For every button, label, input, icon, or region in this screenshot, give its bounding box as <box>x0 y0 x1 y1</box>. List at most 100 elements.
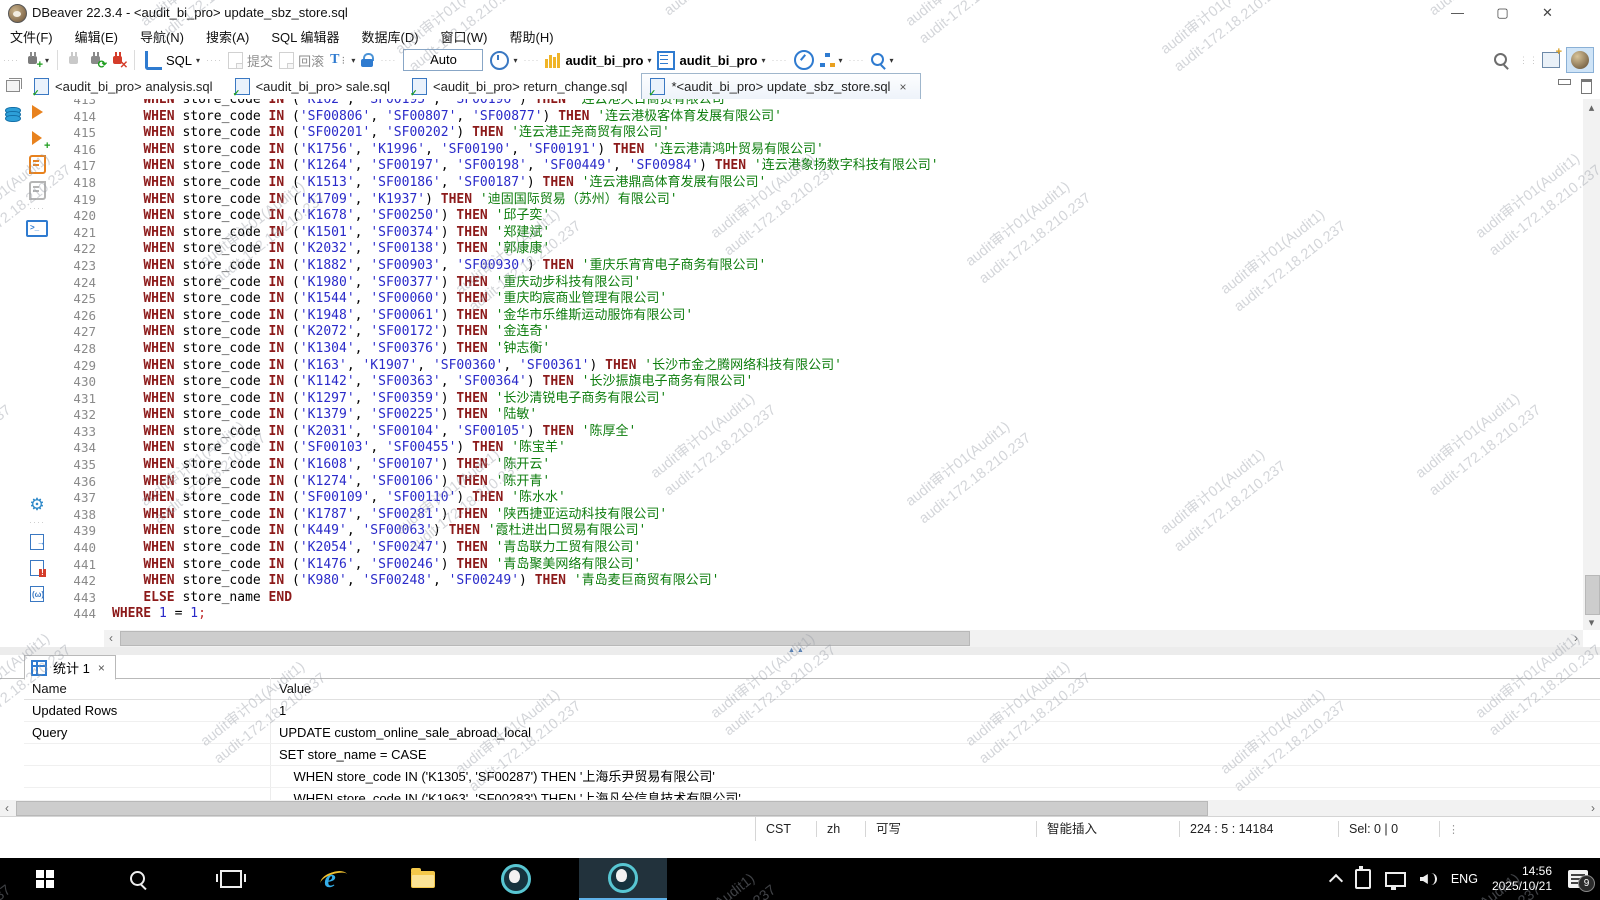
code-line[interactable]: 440 WHEN store_code IN ('K2054', 'SF0024… <box>50 540 1583 557</box>
quick-access-search-icon[interactable] <box>1494 53 1509 68</box>
close-button[interactable]: ✕ <box>1525 0 1570 26</box>
restore-pane-icon[interactable] <box>6 80 20 92</box>
code-line[interactable]: 425 WHEN store_code IN ('K1544', 'SF0006… <box>50 291 1583 308</box>
new-connection-button[interactable]: + ▾ <box>25 48 49 72</box>
code-line[interactable]: 414 WHEN store_code IN ('SF00806', 'SF00… <box>50 109 1583 126</box>
database-picker[interactable]: audit_bi_pro ▾ <box>657 48 765 72</box>
sql-editor[interactable]: 413 WHEN store_code IN ('K162', 'SF00195… <box>50 99 1583 630</box>
settings-button[interactable]: ⚙ <box>24 491 50 517</box>
connection-dropdown[interactable]: ▾ <box>647 56 651 65</box>
menu-item-4[interactable]: SQL 编辑器 <box>271 27 339 46</box>
transaction-mode-button[interactable]: T⋮ ▾ <box>330 48 355 72</box>
menu-item-1[interactable]: 编辑(E) <box>75 27 118 46</box>
disconnect-button[interactable]: ✕ <box>110 48 126 72</box>
code-line[interactable]: 431 WHEN store_code IN ('K1297', 'SF0035… <box>50 391 1583 408</box>
code-line[interactable]: 432 WHEN store_code IN ('K1379', 'SF0022… <box>50 407 1583 424</box>
menu-item-3[interactable]: 搜索(A) <box>206 27 249 46</box>
scroll-left-icon[interactable]: ‹ <box>104 631 118 646</box>
scrollbar-thumb[interactable] <box>120 631 970 646</box>
search-dropdown[interactable]: ▾ <box>890 56 894 65</box>
code-line[interactable]: 428 WHEN store_code IN ('K1304', 'SF0037… <box>50 341 1583 358</box>
table-row[interactable]: QueryUPDATE custom_online_sale_abroad_lo… <box>24 722 1600 744</box>
execute-script-button[interactable] <box>24 151 50 177</box>
results-table[interactable]: NameValueUpdated Rows1QueryUPDATE custom… <box>24 678 1600 800</box>
scroll-right-icon[interactable]: › <box>1569 631 1583 646</box>
code-line[interactable]: 441 WHEN store_code IN ('K1476', 'SF0024… <box>50 557 1583 574</box>
code-line[interactable]: 430 WHEN store_code IN ('K1142', 'SF0036… <box>50 374 1583 391</box>
transaction-dropdown[interactable]: ▾ <box>351 56 355 65</box>
sql-editor-dropdown[interactable]: ▾ <box>196 56 200 65</box>
tab-close-icon[interactable]: × <box>899 80 906 94</box>
explain-plan-button[interactable] <box>24 177 50 203</box>
code-line[interactable]: 429 WHEN store_code IN ('K163', 'K1907',… <box>50 358 1583 375</box>
dashboard-button[interactable] <box>794 48 814 72</box>
search-button[interactable]: ▾ <box>871 48 894 72</box>
sash-grip-icon[interactable]: ▲▲ <box>788 647 806 655</box>
usb-tray-icon[interactable] <box>1355 869 1371 889</box>
action-center-button[interactable]: 9 <box>1568 870 1588 888</box>
word-wrap-button[interactable]: (ω) <box>24 581 50 607</box>
open-perspective-icon[interactable] <box>1542 52 1560 68</box>
task-view-button[interactable] <box>201 858 261 900</box>
editor-tab-2[interactable]: <audit_bi_pro> return_change.sql <box>404 73 641 99</box>
output-button[interactable]: ▾ <box>820 48 843 72</box>
minimize-pane-icon[interactable] <box>1558 79 1571 85</box>
code-line[interactable]: 419 WHEN store_code IN ('K1709', 'K1937'… <box>50 192 1583 209</box>
code-line[interactable]: 435 WHEN store_code IN ('K1608', 'SF0010… <box>50 457 1583 474</box>
user-profile-button[interactable] <box>1566 47 1594 73</box>
code-line[interactable]: 442 WHEN store_code IN ('K980', 'SF00248… <box>50 573 1583 590</box>
code-line[interactable]: 417 WHEN store_code IN ('K1264', 'SF0019… <box>50 158 1583 175</box>
rollback-button[interactable]: 回滚 <box>279 48 324 72</box>
query-history-button[interactable]: ▾ <box>490 48 517 72</box>
menu-item-7[interactable]: 帮助(H) <box>509 27 553 46</box>
menu-item-6[interactable]: 窗口(W) <box>441 27 488 46</box>
editor-horizontal-scrollbar[interactable]: ‹ › <box>104 630 1583 647</box>
code-line[interactable]: 439 WHEN store_code IN ('K449', 'SF00063… <box>50 523 1583 540</box>
code-line[interactable]: 418 WHEN store_code IN ('K1513', 'SF0018… <box>50 175 1583 192</box>
column-header-value[interactable]: Value <box>271 678 311 699</box>
status-overflow-icon[interactable]: ⋮ <box>1448 823 1459 836</box>
hidden-icons-button[interactable] <box>1331 872 1341 886</box>
panel-sash[interactable]: ▲▲ <box>0 647 1600 655</box>
code-line[interactable]: 423 WHEN store_code IN ('K1882', 'SF0090… <box>50 258 1583 275</box>
maximize-button[interactable]: ▢ <box>1480 0 1525 26</box>
scrollbar-thumb[interactable] <box>16 801 1208 816</box>
code-line[interactable]: 426 WHEN store_code IN ('K1948', 'SF0006… <box>50 308 1583 325</box>
connection-picker[interactable]: audit_bi_pro ▾ <box>545 48 651 72</box>
code-line[interactable]: 416 WHEN store_code IN ('K1756', 'K1996'… <box>50 142 1583 159</box>
clock-indicator[interactable]: 14:56 2025/10/21 <box>1492 864 1552 894</box>
lock-button[interactable] <box>361 48 374 72</box>
code-line[interactable]: 415 WHEN store_code IN ('SF00201', 'SF00… <box>50 125 1583 142</box>
sql-editor-button[interactable]: SQL ▾ <box>143 48 200 72</box>
table-row[interactable]: SET store_name = CASE <box>24 744 1600 766</box>
menu-item-0[interactable]: 文件(F) <box>10 27 53 46</box>
execute-new-tab-button[interactable]: + <box>24 125 50 151</box>
column-header-name[interactable]: Name <box>24 678 271 699</box>
dbeaver-taskbar-button-active[interactable] <box>579 858 667 900</box>
scroll-up-icon[interactable]: ▴ <box>1583 101 1600 114</box>
code-line[interactable]: 434 WHEN store_code IN ('SF00103', 'SF00… <box>50 440 1583 457</box>
code-line[interactable]: 436 WHEN store_code IN ('K1274', 'SF0010… <box>50 474 1583 491</box>
minimize-button[interactable]: — <box>1435 0 1480 26</box>
internet-explorer-button[interactable]: e <box>300 858 360 900</box>
taskbar-search-button[interactable] <box>108 858 168 900</box>
commit-button[interactable]: 提交 <box>228 48 273 72</box>
menu-item-5[interactable]: 数据库(D) <box>362 27 419 46</box>
editor-tab-3[interactable]: *<audit_bi_pro> update_sbz_store.sql× <box>641 73 921 99</box>
code-line[interactable]: 420 WHEN store_code IN ('K1678', 'SF0025… <box>50 208 1583 225</box>
open-console-button[interactable]: >_ <box>24 215 50 241</box>
menu-item-2[interactable]: 导航(N) <box>140 27 184 46</box>
file-explorer-button[interactable] <box>393 858 453 900</box>
code-line[interactable]: 421 WHEN store_code IN ('K1501', 'SF0037… <box>50 225 1583 242</box>
table-row[interactable]: Updated Rows1 <box>24 700 1600 722</box>
code-line[interactable]: 433 WHEN store_code IN ('K2031', 'SF0010… <box>50 424 1583 441</box>
connect-button[interactable] <box>66 48 82 72</box>
tab-close-icon[interactable]: × <box>98 661 105 675</box>
commit-mode-combo[interactable]: Auto <box>403 49 483 71</box>
code-line[interactable]: 437 WHEN store_code IN ('SF00109', 'SF00… <box>50 490 1583 507</box>
database-navigator-icon[interactable] <box>5 107 19 122</box>
maximize-pane-icon[interactable] <box>1581 79 1592 94</box>
volume-tray-icon[interactable] <box>1420 873 1437 885</box>
new-connection-dropdown[interactable]: ▾ <box>45 56 49 65</box>
code-line[interactable]: 424 WHEN store_code IN ('K1980', 'SF0037… <box>50 275 1583 292</box>
